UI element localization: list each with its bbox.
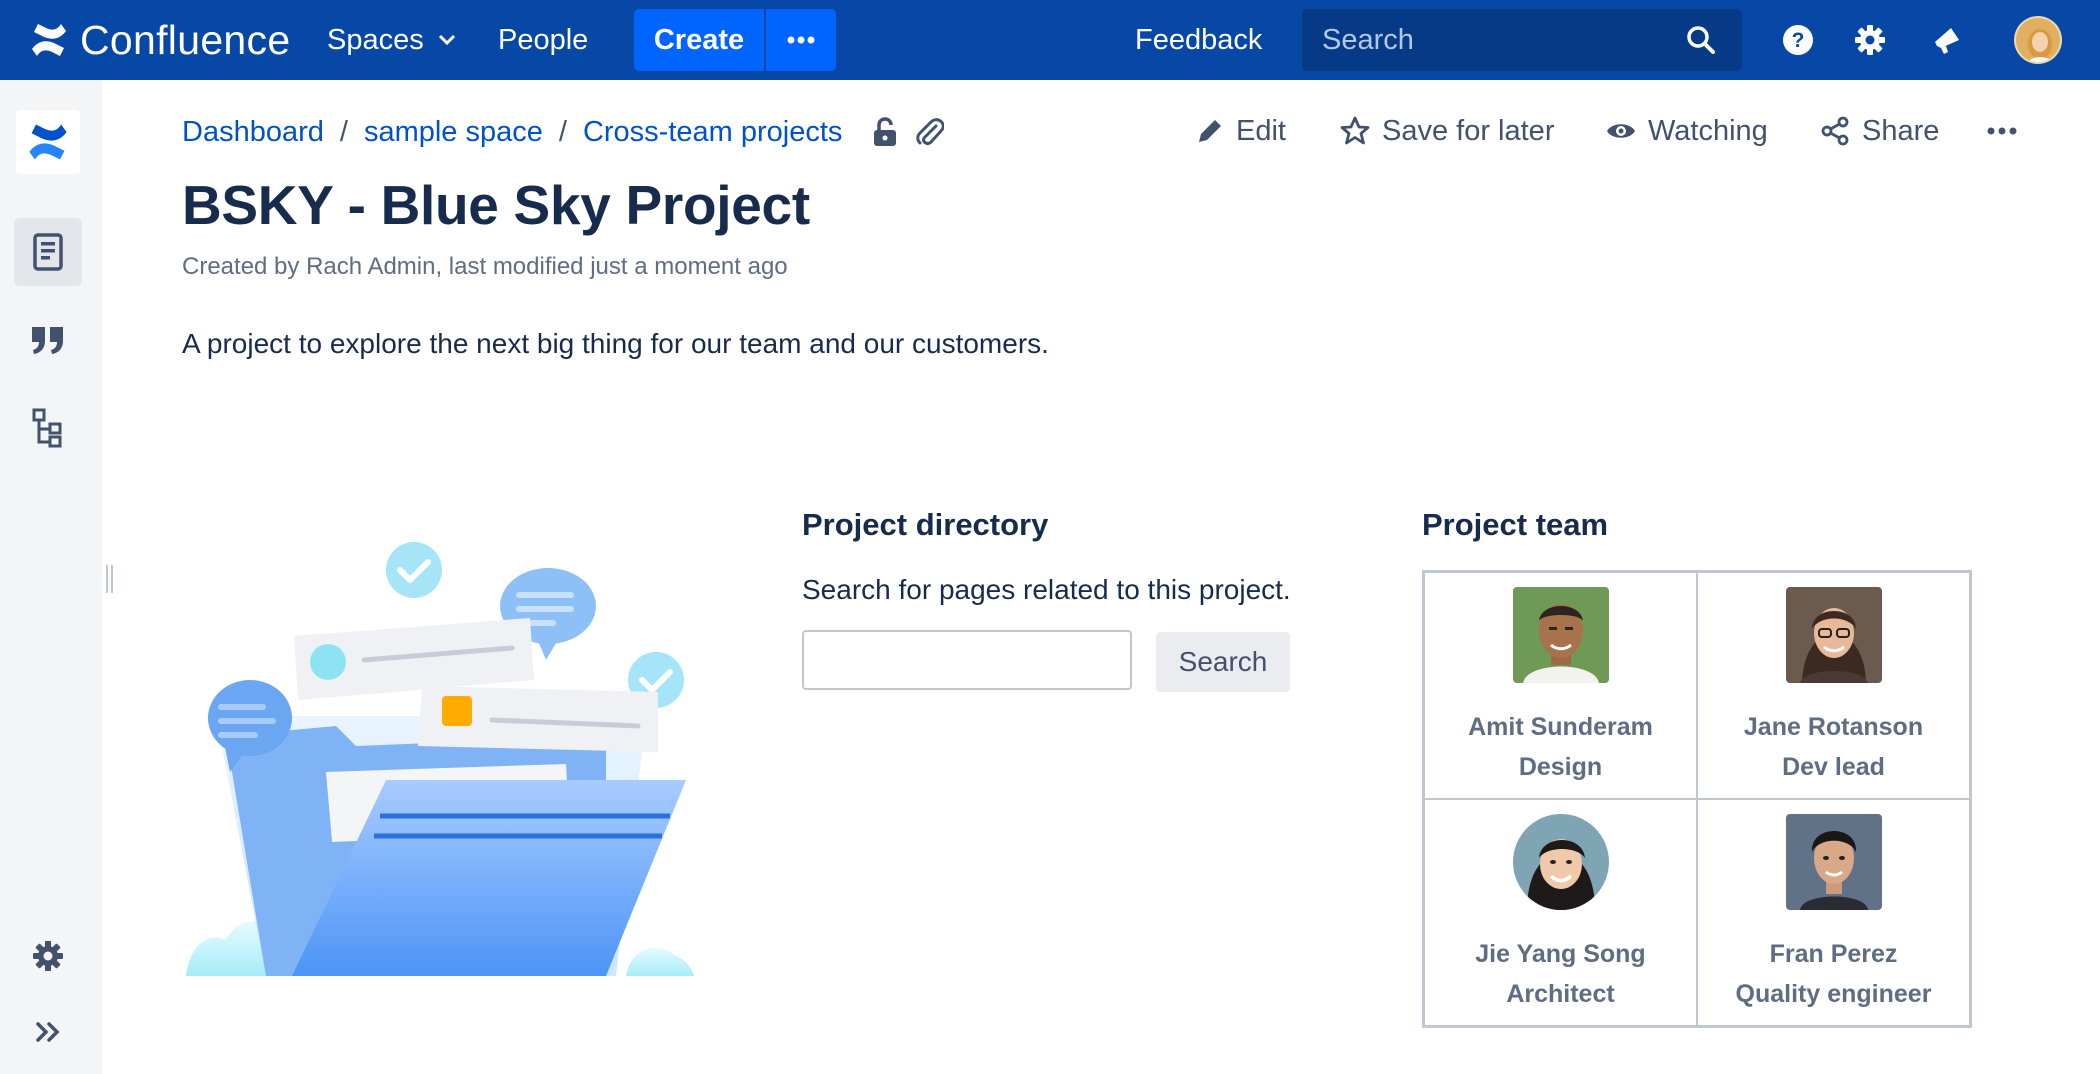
person-photo-icon <box>1785 587 1882 683</box>
notifications-button[interactable] <box>1929 22 1965 58</box>
eye-icon <box>1607 124 1635 138</box>
team-member-name: Jane Rotanson <box>1743 713 1924 741</box>
team-member-role: Architect <box>1506 980 1615 1008</box>
help-button[interactable]: ? <box>1780 22 1816 58</box>
more-dots-icon <box>787 36 815 44</box>
pages-icon <box>33 233 63 271</box>
space-logo[interactable] <box>16 110 80 174</box>
create-button[interactable]: Create <box>634 9 764 71</box>
person-photo-icon <box>1785 814 1882 910</box>
save-for-later-label: Save for later <box>1382 114 1555 147</box>
team-member-photo[interactable] <box>1785 587 1882 683</box>
blog-quote-icon <box>32 327 63 354</box>
project-directory-search-input[interactable] <box>802 630 1132 690</box>
person-photo-icon <box>1512 814 1609 910</box>
user-avatar-icon <box>2016 18 2060 62</box>
edit-label: Edit <box>1236 114 1286 147</box>
sidebar-blog-button[interactable] <box>14 306 82 374</box>
user-avatar[interactable] <box>2014 16 2062 64</box>
space-sidebar <box>0 80 102 1074</box>
team-member-name: Fran Perez <box>1769 940 1898 968</box>
share-label: Share <box>1862 114 1940 147</box>
save-for-later-button[interactable]: Save for later <box>1340 110 1554 152</box>
team-member-photo[interactable] <box>1512 587 1609 683</box>
breadcrumb: Dashboard / sample space / Cross-team pr… <box>182 112 945 152</box>
expand-sidebar-button[interactable] <box>14 998 82 1066</box>
more-actions-button[interactable] <box>1987 110 2029 152</box>
sidebar-page-tree-button[interactable] <box>14 394 82 462</box>
gear-icon <box>33 941 63 971</box>
team-member-photo[interactable] <box>1785 814 1882 910</box>
spaces-label: Spaces <box>327 23 424 56</box>
project-directory-search-button[interactable]: Search <box>1156 632 1290 692</box>
search-input[interactable] <box>1322 23 1662 57</box>
share-icon <box>1821 116 1849 146</box>
search-icon[interactable] <box>1686 25 1716 55</box>
breadcrumb-separator: / <box>339 115 348 148</box>
sidebar-settings-button[interactable] <box>14 922 82 990</box>
page-byline: Created by Rach Admin, last modified jus… <box>182 253 788 280</box>
create-more-button[interactable] <box>764 9 836 71</box>
breadcrumb-space[interactable]: sample space <box>364 116 543 149</box>
team-member-card: Fran Perez Quality engineer <box>1697 799 1970 1026</box>
sidebar-resize-handle[interactable] <box>106 565 116 593</box>
settings-button[interactable] <box>1852 22 1888 58</box>
project-team-title: Project team <box>1422 507 1609 542</box>
unlock-icon[interactable] <box>872 117 898 147</box>
folder-illustration <box>186 542 694 976</box>
confluence-logo-icon <box>29 124 67 160</box>
spaces-menu[interactable]: Spaces <box>327 18 456 62</box>
double-chevron-right-icon <box>36 1022 60 1042</box>
team-member-photo[interactable] <box>1512 814 1609 910</box>
page-tree-icon <box>32 408 62 448</box>
share-button[interactable]: Share <box>1820 110 1939 152</box>
project-directory-description: Search for pages related to this project… <box>802 574 1291 605</box>
team-member-card: Amit Sunderam Design <box>1424 572 1697 799</box>
edit-button[interactable]: Edit <box>1196 110 1286 152</box>
create-group: Create <box>634 9 836 71</box>
watching-button[interactable]: Watching <box>1606 110 1768 152</box>
page-intro: A project to explore the next big thing … <box>182 328 1049 359</box>
help-icon: ? <box>1783 25 1813 55</box>
gear-icon <box>1855 25 1885 55</box>
sidebar-pages-button[interactable] <box>14 218 82 286</box>
megaphone-icon <box>1935 28 1959 54</box>
star-icon <box>1340 116 1370 145</box>
team-member-role: Quality engineer <box>1735 980 1932 1008</box>
project-team-table: Amit Sunderam Design Jane Rotanson Dev l… <box>1422 570 1972 1028</box>
team-member-role: Dev lead <box>1782 753 1885 781</box>
project-directory-title: Project directory <box>802 507 1049 542</box>
more-dots-icon <box>1987 127 2017 135</box>
pencil-icon <box>1199 120 1221 142</box>
people-link[interactable]: People <box>498 18 588 62</box>
app-name: Confluence <box>80 16 291 63</box>
team-member-name: Amit Sunderam <box>1468 713 1653 741</box>
person-photo-icon <box>1512 587 1609 683</box>
breadcrumb-separator: / <box>558 115 567 148</box>
breadcrumb-dashboard[interactable]: Dashboard <box>182 116 324 149</box>
breadcrumb-parent-page[interactable]: Cross-team projects <box>583 116 842 149</box>
confluence-logo-icon <box>32 24 66 56</box>
page-title: BSKY - Blue Sky Project <box>182 174 810 236</box>
global-search[interactable] <box>1302 9 1742 71</box>
feedback-link[interactable]: Feedback <box>1135 18 1262 62</box>
attachment-icon[interactable] <box>916 117 945 147</box>
svg-text:?: ? <box>1792 29 1805 52</box>
team-member-role: Design <box>1518 753 1603 781</box>
team-member-name: Jie Yang Song <box>1475 940 1646 968</box>
team-member-card: Jane Rotanson Dev lead <box>1697 572 1970 799</box>
top-navigation: Confluence Spaces People Create Feedback… <box>0 0 2100 80</box>
confluence-home-link[interactable]: Confluence <box>28 16 290 64</box>
team-member-card: Jie Yang Song Architect <box>1424 799 1697 1026</box>
chevron-down-icon <box>438 34 455 46</box>
watching-label: Watching <box>1648 114 1768 147</box>
